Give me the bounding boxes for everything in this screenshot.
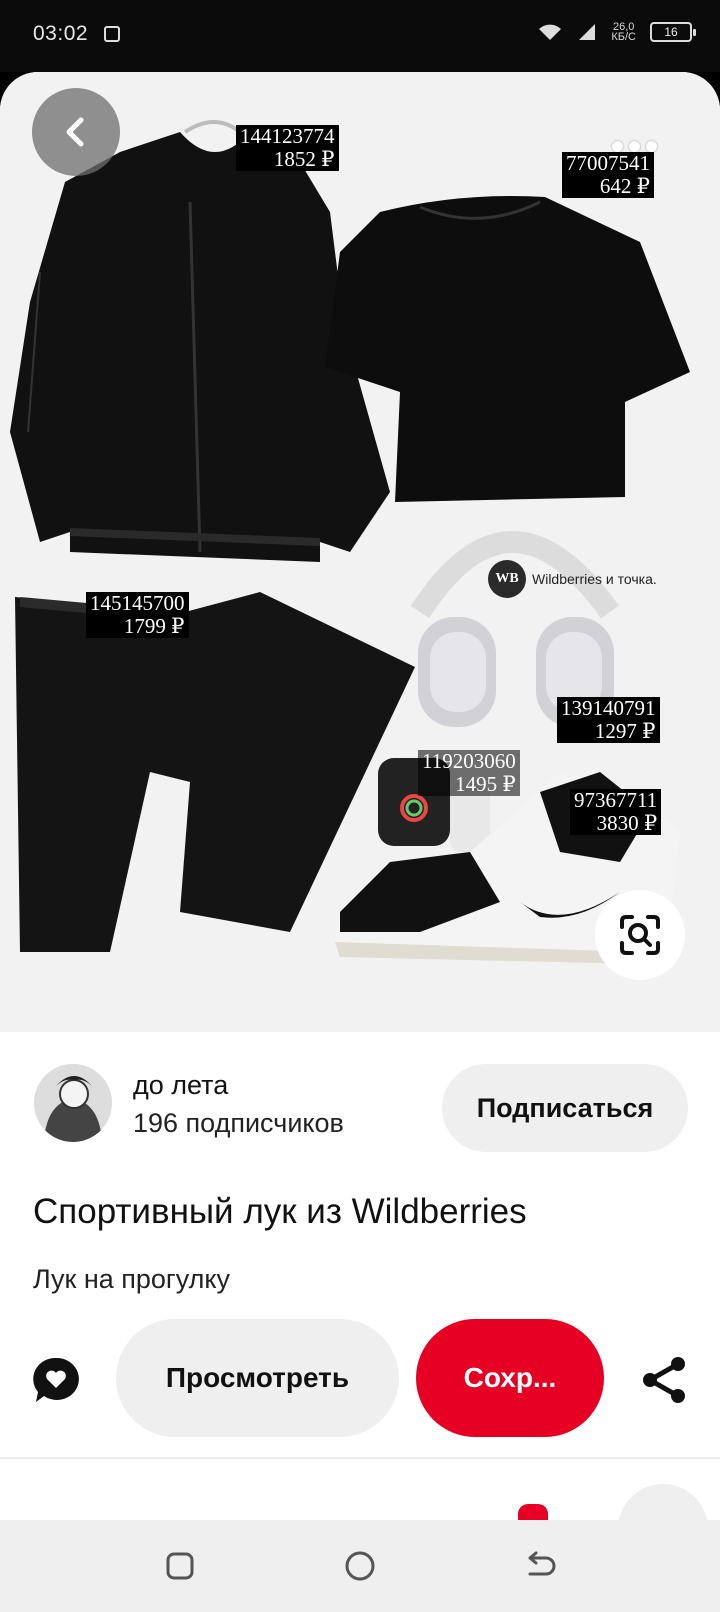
nav-back-button[interactable] [518,1544,562,1588]
creator-name[interactable]: до лета [133,1070,228,1101]
system-nav-bar [0,1520,720,1612]
follow-button[interactable]: Подписаться [442,1064,688,1152]
price-tag: 139140791 1297 ₽ [557,697,660,743]
pin-image[interactable]: 144123774 1852 ₽ 77007541 642 ₽ 14514570… [0,72,720,1032]
watermark-text: Wildberries и точка. [532,571,657,587]
reaction-button[interactable] [618,1484,708,1520]
price-tag: 119203060 1495 ₽ [418,750,520,796]
price: 3830 ₽ [596,811,658,835]
status-time: 03:02 [33,22,89,45]
price-tag: 97367711 3830 ₽ [570,788,662,835]
network-speed: 26,0 КБ/С [611,21,636,43]
battery-icon: 16 [650,22,696,42]
price: 1297 ₽ [594,719,656,743]
pin-closeup-sheet: 144123774 1852 ₽ 77007541 642 ₽ 14514570… [0,72,720,1520]
chevron-left-icon [66,117,84,147]
lens-search-icon [620,915,660,955]
nav-recents-button[interactable] [158,1544,202,1588]
notification-icon [104,26,120,42]
article-number: 97367711 [574,788,658,812]
home-icon [345,1551,375,1581]
visual-search-button[interactable] [595,890,685,980]
recents-icon [166,1552,194,1580]
watermark-logo: WB [488,560,526,598]
status-bar: 03:02 26,0 КБ/С 16 [0,0,720,72]
back-arrow-icon [528,1551,556,1576]
watermark: WB Wildberries и точка. [488,560,657,598]
outfit-collage [10,120,690,964]
more-options-button[interactable] [604,132,664,160]
pin-description: Лук на прогулку [33,1264,231,1294]
article-number: 119203060 [422,749,516,773]
price: 1852 ₽ [273,147,335,171]
article-number: 145145700 [90,591,185,615]
battery-level: 16 [664,25,678,39]
price: 1495 ₽ [455,772,516,796]
avatar[interactable] [34,1064,112,1142]
avatar-illustration [34,1064,112,1142]
signal-icon [579,24,596,40]
creator-subscribers: 196 подписчиков [133,1108,344,1138]
view-button[interactable]: Просмотреть [116,1319,399,1437]
share-icon[interactable] [638,1354,690,1406]
section-divider [0,1457,720,1459]
notification-badge [518,1504,548,1520]
price-tag: 144123774 1852 ₽ [236,125,339,171]
nav-home-button[interactable] [338,1544,382,1588]
article-number: 144123774 [240,124,335,148]
price: 1799 ₽ [123,614,185,638]
pin-title: Спортивный лук из Wildberries [33,1192,527,1231]
save-button[interactable]: Сохр... [416,1319,604,1437]
comment-heart-icon[interactable] [30,1354,82,1406]
price: 642 ₽ [599,174,650,198]
wifi-icon [539,24,562,40]
more-dots-icon [611,140,623,152]
back-button[interactable] [32,88,120,176]
article-number: 139140791 [561,696,656,720]
price-tag: 145145700 1799 ₽ [86,592,189,638]
